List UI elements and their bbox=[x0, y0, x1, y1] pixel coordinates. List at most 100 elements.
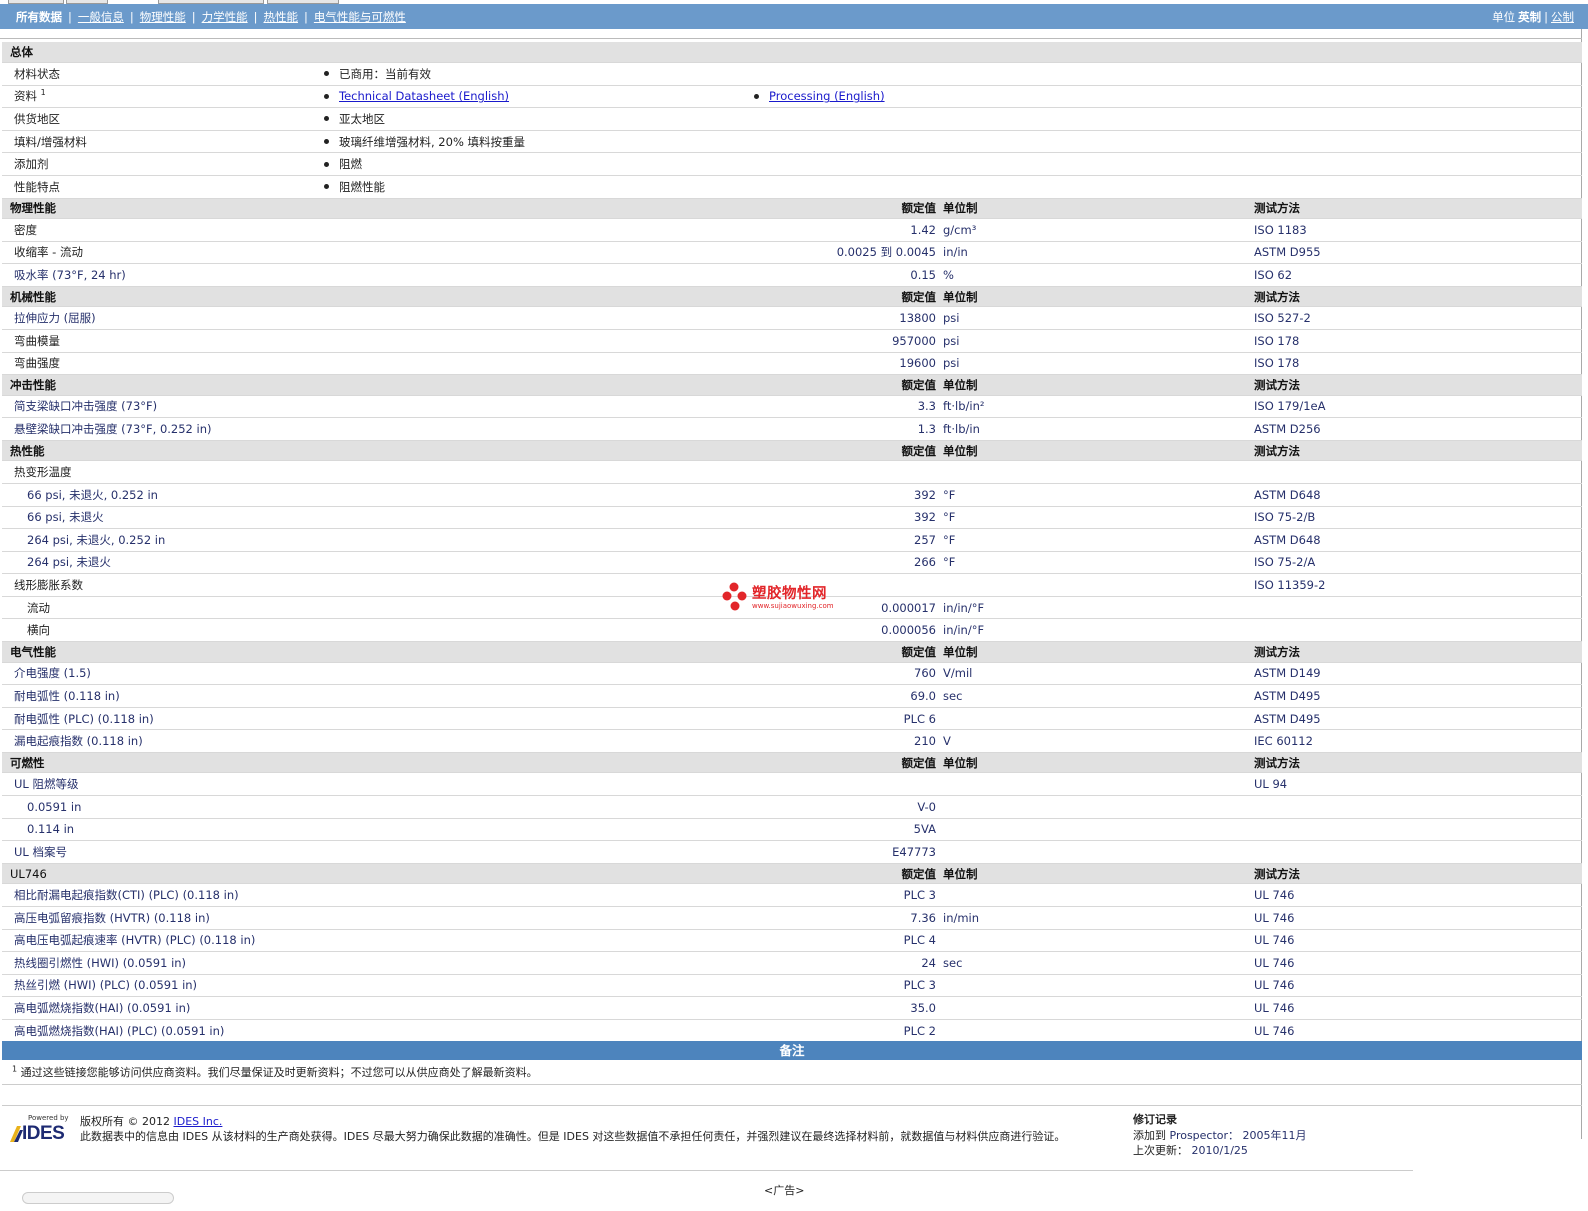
property-name-text: 添加剂 bbox=[14, 157, 49, 172]
property-row: 高电压电弧起痕速率 (HVTR) (PLC) (0.118 in) PLC 4 UL… bbox=[2, 929, 1582, 953]
property-name: 高压电弧留痕指数 (HVTR) (0.118 in) bbox=[2, 906, 314, 930]
test-method bbox=[1250, 460, 1582, 484]
divider bbox=[0, 1170, 1413, 1171]
section-title: 电气性能 bbox=[2, 641, 314, 663]
nominal-value: 35.0 bbox=[314, 996, 940, 1020]
units-label: 单位 bbox=[1492, 9, 1516, 24]
property-row: 264 psi, 未退火 266 °F ISO 75-2/A bbox=[2, 551, 1582, 575]
unit-value: V/mil bbox=[940, 662, 1250, 686]
nav-general-info[interactable]: 一般信息 bbox=[72, 9, 130, 25]
property-name-text: 填料/增强材料 bbox=[14, 134, 87, 149]
unit-metric-link[interactable]: 公制 bbox=[1551, 9, 1574, 25]
property-row: 简支梁缺口冲击强度 (73°F) 3.3 ft·lb/in² ISO 179/1eA bbox=[2, 395, 1582, 419]
test-method: ASTM D149 bbox=[1250, 662, 1582, 686]
nav-thermal[interactable]: 热性能 bbox=[258, 9, 305, 25]
test-method: IEC 60112 bbox=[1250, 729, 1582, 753]
property-name: 简支梁缺口冲击强度 (73°F) bbox=[2, 395, 314, 419]
nominal-value: 0.000056 bbox=[314, 618, 940, 643]
nominal-header: 额定值 bbox=[314, 641, 940, 663]
datasheet-link[interactable]: Technical Datasheet (English) bbox=[339, 89, 509, 103]
property-row: 弯曲强度 19600 psi ISO 178 bbox=[2, 352, 1582, 376]
bullet-item: 亚太地区 bbox=[320, 111, 920, 127]
property-row: 0.0591 in V-0 bbox=[2, 795, 1582, 819]
bullet-icon bbox=[324, 93, 329, 99]
nav-physical[interactable]: 物理性能 bbox=[134, 9, 192, 25]
nav-mechanical[interactable]: 力学性能 bbox=[196, 9, 254, 25]
property-row: 悬壁梁缺口冲击强度 (73°F, 0.252 in) 1.3 ft·lb/in AST… bbox=[2, 417, 1582, 441]
property-name-text: 材料状态 bbox=[14, 66, 60, 81]
bullet-item: Technical Datasheet (English) bbox=[320, 89, 750, 103]
nominal-value: 1.3 bbox=[314, 417, 940, 441]
nominal-value: 5VA bbox=[314, 818, 940, 842]
unit-value: °F bbox=[940, 483, 1250, 507]
bullet-list: 已商用：当前有效 bbox=[320, 66, 1576, 82]
property-name: 线形膨胀系数 bbox=[2, 573, 314, 597]
property-name: 高电弧燃烧指数(HAI) (PLC) (0.0591 in) bbox=[2, 1019, 314, 1043]
unit-value: in/min bbox=[940, 906, 1250, 930]
test-method: UL 94 bbox=[1250, 772, 1582, 797]
section-title: 热性能 bbox=[2, 440, 314, 462]
unit-value bbox=[940, 929, 1250, 953]
property-name: 耐电弧性 (PLC) (0.118 in) bbox=[2, 707, 314, 731]
section-title: 可燃性 bbox=[2, 752, 314, 774]
nav-electrical-flammability[interactable]: 电气性能与可燃性 bbox=[308, 9, 412, 25]
bullet-list: 玻璃纤维增强材料, 20% 填料按重量 bbox=[320, 134, 1576, 150]
property-name: 拉伸应力 (屈服) bbox=[2, 306, 314, 330]
unit-value: V bbox=[940, 729, 1250, 753]
test-method: ASTM D648 bbox=[1250, 483, 1582, 507]
property-row: 耐电弧性 (PLC) (0.118 in) PLC 6 ASTM D495 bbox=[2, 707, 1582, 731]
datasheet-link[interactable]: Processing (English) bbox=[769, 89, 885, 103]
section-title: 机械性能 bbox=[2, 286, 314, 308]
unit-value bbox=[940, 996, 1250, 1020]
bullet-icon bbox=[324, 161, 329, 167]
nominal-value: 210 bbox=[314, 729, 940, 753]
section-title: 总体 bbox=[2, 42, 1582, 63]
footnote-marker: 1 bbox=[40, 88, 46, 98]
section-header: 冲击性能 额定值 单位制 测试方法 bbox=[2, 374, 1582, 396]
property-name: 收缩率 - 流动 bbox=[2, 241, 314, 265]
unit-header: 单位制 bbox=[940, 374, 1250, 396]
ides-logo[interactable]: Powered by IDES bbox=[8, 1114, 72, 1146]
unit-value bbox=[940, 974, 1250, 998]
nominal-header: 额定值 bbox=[314, 198, 940, 220]
property-values: 玻璃纤维增强材料, 20% 填料按重量 bbox=[314, 130, 1582, 154]
ides-link[interactable]: IDES Inc. bbox=[174, 1115, 223, 1128]
unit-value: in/in/°F bbox=[940, 596, 1250, 620]
nominal-header: 额定值 bbox=[314, 374, 940, 396]
property-name: 弯曲强度 bbox=[2, 352, 314, 376]
unit-header: 单位制 bbox=[940, 440, 1250, 462]
test-method: ISO 11359-2 bbox=[1250, 573, 1582, 597]
nominal-value: 760 bbox=[314, 662, 940, 686]
test-method: UL 746 bbox=[1250, 906, 1582, 930]
unit-value bbox=[940, 883, 1250, 907]
nominal-value: 3.3 bbox=[314, 395, 940, 419]
bullet-icon bbox=[324, 184, 329, 190]
unit-value: g/cm³ bbox=[940, 218, 1250, 242]
test-method: ISO 527-2 bbox=[1250, 306, 1582, 330]
test-method bbox=[1250, 818, 1582, 842]
property-row: UL 阻燃等级 UL 94 bbox=[2, 772, 1582, 797]
unit-header: 单位制 bbox=[940, 198, 1250, 220]
method-header: 测试方法 bbox=[1250, 286, 1582, 308]
scroll-element[interactable] bbox=[22, 1192, 174, 1204]
bullet-list: 阻燃 bbox=[320, 156, 1576, 172]
property-name: 0.114 in bbox=[2, 818, 314, 842]
property-row: 264 psi, 未退火, 0.252 in 257 °F ASTM D648 bbox=[2, 528, 1582, 552]
notes-header: 备注 bbox=[2, 1041, 1582, 1060]
property-row: 66 psi, 未退火 392 °F ISO 75-2/B bbox=[2, 506, 1582, 530]
nav-all-data[interactable]: 所有数据 bbox=[10, 9, 68, 25]
bullet-item: 已商用：当前有效 bbox=[320, 66, 920, 82]
section-title: 冲击性能 bbox=[2, 374, 314, 396]
property-name: 0.0591 in bbox=[2, 795, 314, 819]
watermark-dots-icon bbox=[722, 582, 747, 611]
unit-value: in/in bbox=[940, 241, 1250, 265]
test-method: UL 746 bbox=[1250, 951, 1582, 975]
property-name: 吸水率 (73°F, 24 hr) bbox=[2, 263, 314, 287]
bullet-list: 亚太地区 bbox=[320, 111, 1576, 127]
property-values: 阻燃性能 bbox=[314, 175, 1582, 199]
added-target: Prospector： bbox=[1169, 1128, 1240, 1142]
revision-title: 修订记录 bbox=[1133, 1113, 1177, 1126]
nominal-value: 0.15 bbox=[314, 263, 940, 287]
divider bbox=[0, 38, 1582, 39]
watermark-url: www.sujiaowuxing.com bbox=[752, 602, 834, 610]
